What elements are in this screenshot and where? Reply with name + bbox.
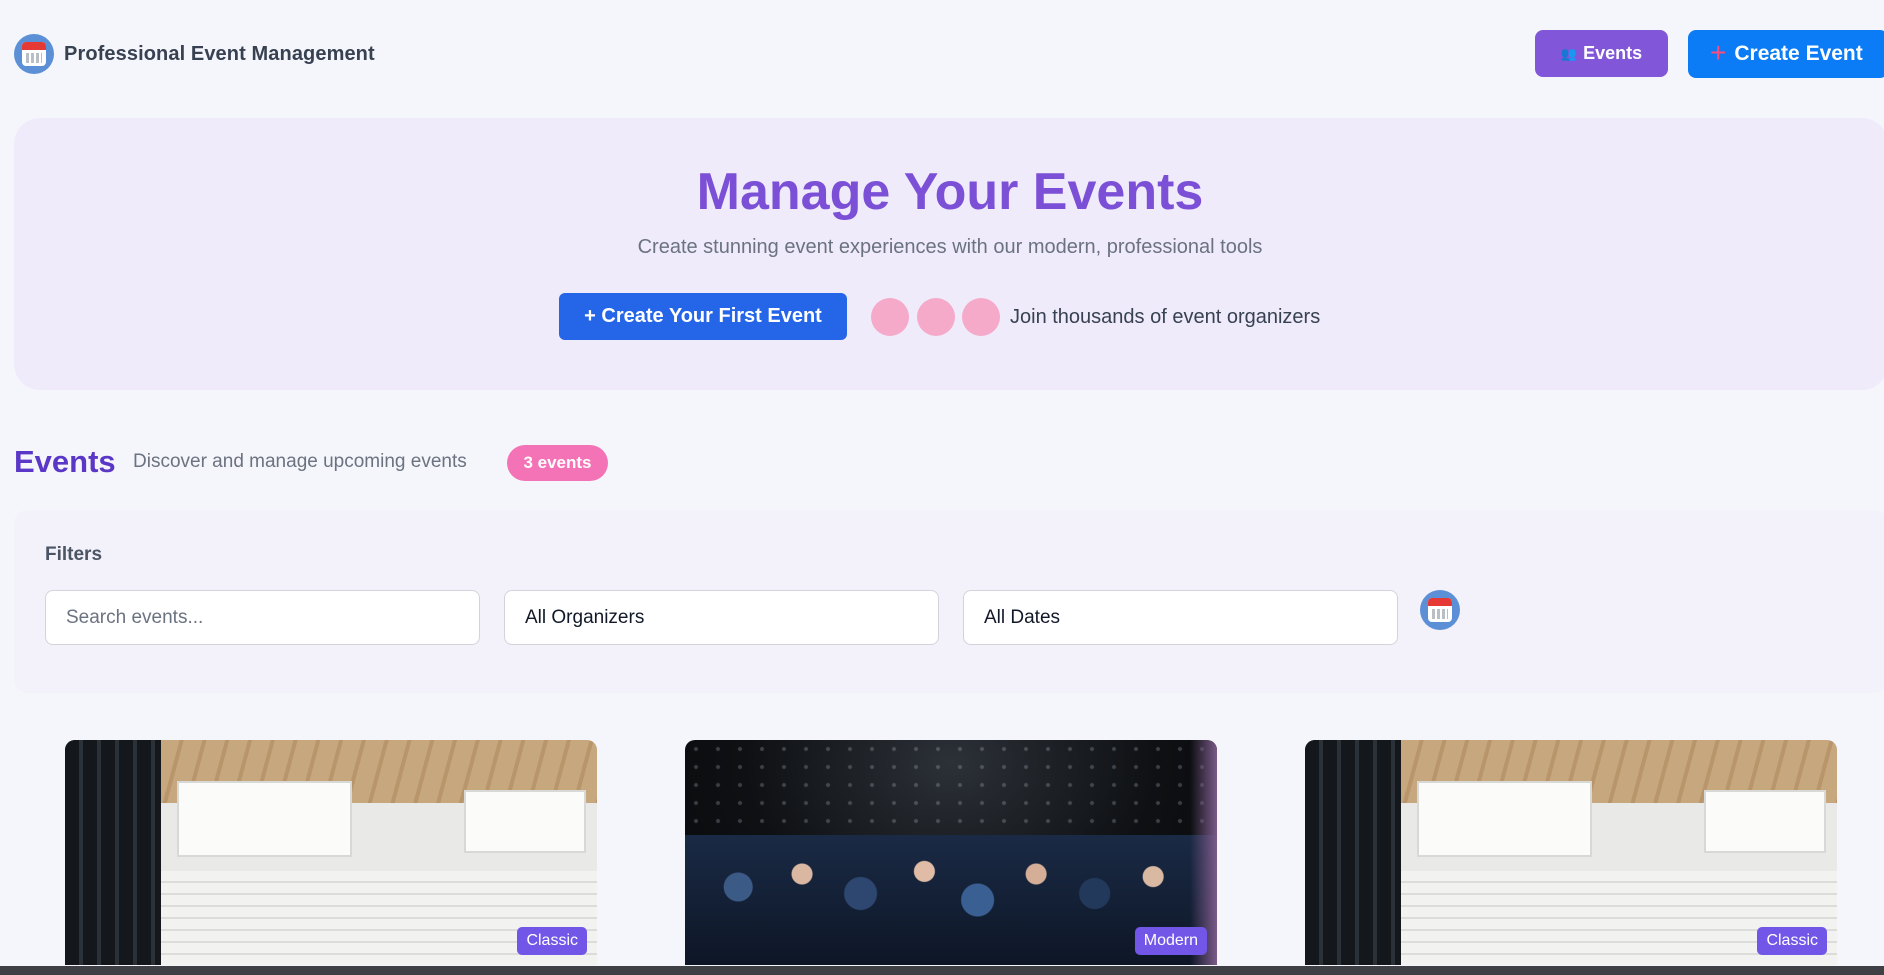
events-nav-button[interactable]: 👥 Events [1535,30,1668,77]
filters-label: Filters [45,544,103,565]
event-count-badge: 3 events [507,445,608,481]
create-first-event-button[interactable]: + Create Your First Event [559,293,847,340]
window-bottom-bar [0,966,1884,975]
event-style-tag: Classic [1757,927,1827,955]
event-card[interactable]: Classic [1305,740,1837,965]
avatar [917,298,955,336]
date-select[interactable]: All Dates [963,590,1398,645]
event-style-tag: Classic [517,927,587,955]
brand-title: Professional Event Management [64,42,375,65]
event-card[interactable]: Classic [65,740,597,965]
people-icon: 👥 [1560,45,1578,61]
event-card[interactable]: Modern [685,740,1217,965]
event-style-tag: Modern [1134,927,1207,955]
top-header: Professional Event Management 👥 Events +… [0,0,1884,108]
create-event-label: Create Event [1734,42,1863,65]
avatar [962,298,1000,336]
plus-icon: + [1710,37,1727,68]
calendar-icon[interactable] [1420,590,1460,630]
organizer-select[interactable]: All Organizers [504,590,939,645]
calendar-icon [14,34,54,74]
brand[interactable]: Professional Event Management [14,34,375,74]
events-nav-label: Events [1583,43,1643,63]
avatar [871,298,909,336]
events-section-subtitle: Discover and manage upcoming events [133,451,467,472]
search-input[interactable]: Search events... [45,590,480,645]
page: Professional Event Management 👥 Events +… [0,0,1884,975]
hero-title: Manage Your Events [696,163,1204,221]
create-event-button[interactable]: + Create Event [1688,30,1884,78]
join-text: Join thousands of event organizers [1010,306,1321,328]
events-section-title: Events [14,444,116,479]
hero-subtitle: Create stunning event experiences with o… [637,236,1263,258]
